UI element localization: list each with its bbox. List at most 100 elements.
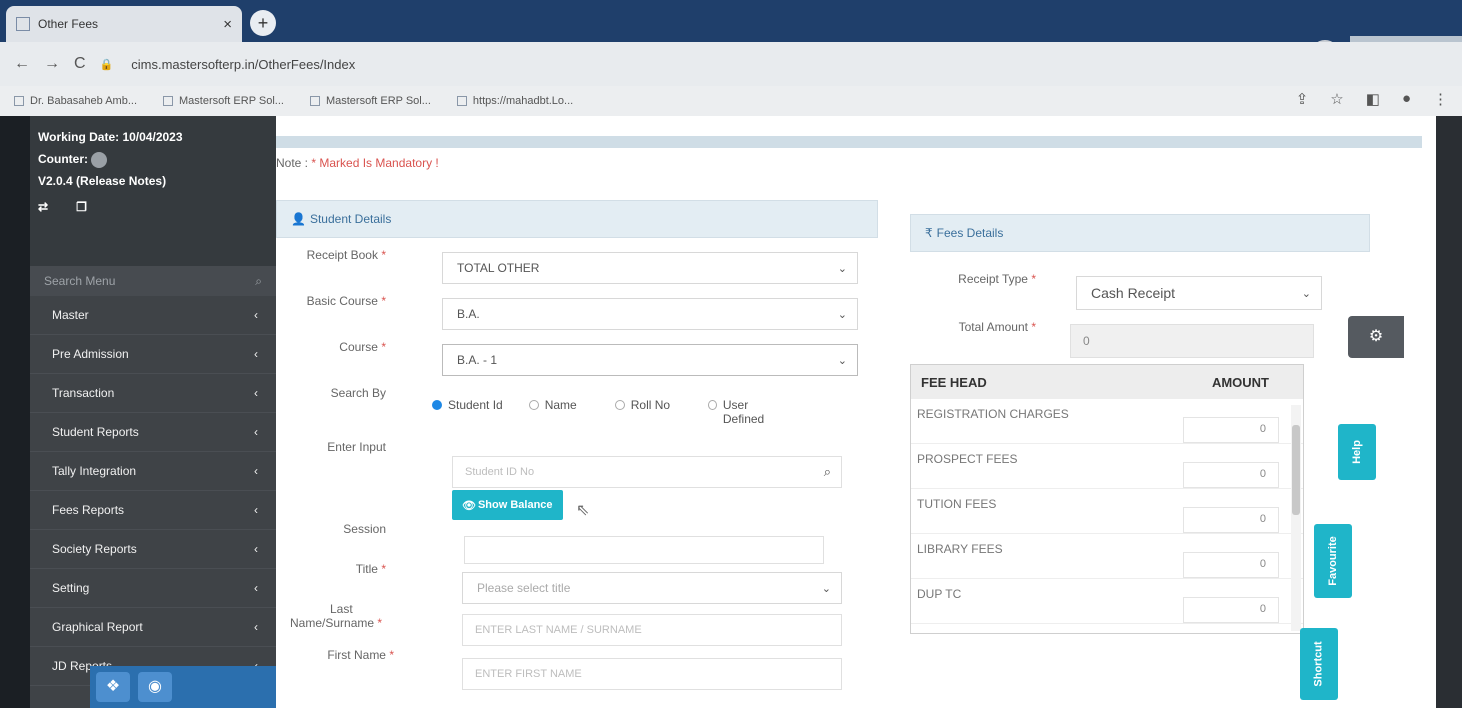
title-label: Title * xyxy=(355,562,386,576)
sidebar-header-icons: ⇄ ❐ xyxy=(38,196,268,218)
fee-amount-input[interactable]: 0 xyxy=(1183,462,1279,488)
chevron-left-icon: ‹ xyxy=(254,308,258,322)
lock-icon[interactable]: 🔒 xyxy=(100,58,114,71)
rupee-icon: ₹ xyxy=(925,226,933,240)
sidebar-item-tally-integration[interactable]: Tally Integration ‹ xyxy=(30,452,276,491)
radio-name[interactable]: Name xyxy=(528,398,577,426)
sidebar-item-setting[interactable]: Setting ‹ xyxy=(30,569,276,608)
bookmark-favicon-icon xyxy=(456,96,467,106)
refresh-icon[interactable]: ⇄ xyxy=(38,196,48,218)
tab-close-icon[interactable]: × xyxy=(223,16,232,33)
fee-amount-input[interactable]: 0 xyxy=(1183,507,1279,533)
copy-icon[interactable]: ❐ xyxy=(76,196,87,218)
sidebar-item-fees-reports[interactable]: Fees Reports ‹ xyxy=(30,491,276,530)
scrollbar-thumb[interactable] xyxy=(1292,425,1300,515)
search-by-label: Search By xyxy=(330,386,386,400)
tab-title: Other Fees xyxy=(38,17,99,31)
student-id-input[interactable]: Student ID No ⌕ xyxy=(452,456,842,488)
search-icon[interactable]: ⌕ xyxy=(255,274,262,289)
sidebar: Working Date: 10/04/2023 Counter: V2.0.4… xyxy=(30,116,276,708)
sidebar-item-graphical-report[interactable]: Graphical Report ‹ xyxy=(30,608,276,647)
radio-empty-icon xyxy=(614,400,625,410)
search-menu-input[interactable]: Search Menu xyxy=(44,274,115,288)
last-name-label: Last Name/Surname * xyxy=(290,602,383,630)
user-icon: 👤 xyxy=(291,212,306,226)
extension-icon[interactable]: ● xyxy=(1402,90,1411,108)
search-menu[interactable]: Search Menu ⌕ xyxy=(30,266,276,296)
address-bar: ← → C 🔒 cims.mastersofterp.in/OtherFees/… xyxy=(0,42,1462,86)
sidebar-item-student-reports[interactable]: Student Reports ‹ xyxy=(30,413,276,452)
fee-amount-input[interactable]: 0 xyxy=(1183,597,1279,623)
radio-empty-icon xyxy=(708,400,717,410)
radio-roll-no[interactable]: Roll No xyxy=(614,398,670,426)
share-icon[interactable]: ⇪ xyxy=(1296,90,1309,108)
title-select[interactable]: Please select title ⌄ xyxy=(462,572,842,604)
start-icon[interactable]: ❖ xyxy=(96,672,130,702)
table-row: TUTION FEES 0 xyxy=(911,489,1303,534)
reload-icon[interactable]: C xyxy=(74,55,86,73)
receipt-book-select[interactable]: TOTAL OTHER ⌄ xyxy=(442,252,858,284)
search-icon[interactable]: ⌕ xyxy=(824,464,831,480)
chevron-down-icon: ⌄ xyxy=(837,354,847,367)
fee-table-header: FEE HEAD AMOUNT xyxy=(911,365,1303,399)
radio-selected-icon xyxy=(432,400,442,410)
course-select[interactable]: B.A. - 1 ⌄ xyxy=(442,344,858,376)
table-row: PROSPECT FEES 0 xyxy=(911,444,1303,489)
star-icon[interactable]: ☆ xyxy=(1330,90,1343,108)
student-details-header: 👤 Student Details xyxy=(276,200,878,238)
help-tab[interactable]: Help xyxy=(1338,424,1376,480)
sidebar-item-master[interactable]: Master ‹ xyxy=(30,296,276,335)
bookmark-item[interactable]: Mastersoft ERP Sol... xyxy=(309,95,431,107)
total-amount-field: 0 xyxy=(1070,324,1314,358)
sidebar-item-transaction[interactable]: Transaction ‹ xyxy=(30,374,276,413)
chevron-down-icon: ⌄ xyxy=(837,262,847,275)
page-favicon-icon xyxy=(16,17,30,31)
forward-arrow-icon[interactable]: → xyxy=(44,55,60,73)
chrome-icon[interactable]: ◉ xyxy=(138,672,172,702)
first-name-input[interactable]: ENTER FIRST NAME xyxy=(462,658,842,690)
chevron-left-icon: ‹ xyxy=(254,464,258,478)
right-edge xyxy=(1436,116,1462,708)
fee-amount-input[interactable]: 0 xyxy=(1183,417,1279,443)
shortcut-tab[interactable]: Shortcut xyxy=(1300,628,1338,700)
gear-icon[interactable]: ⚙ xyxy=(1348,316,1404,358)
receipt-type-label: Receipt Type * xyxy=(958,272,1036,286)
basic-course-select[interactable]: B.A. ⌄ xyxy=(442,298,858,330)
sidebar-header: Working Date: 10/04/2023 Counter: V2.0.4… xyxy=(30,116,276,266)
show-balance-button[interactable]: 👁 Show Balance xyxy=(452,490,563,520)
version-release-notes[interactable]: V2.0.4 (Release Notes) xyxy=(38,170,268,192)
mouse-cursor-icon: ⇖ xyxy=(576,502,590,519)
chevron-left-icon: ‹ xyxy=(254,581,258,595)
kebab-menu-icon[interactable]: ⋮ xyxy=(1433,90,1448,108)
table-row: LIBRARY FEES 0 xyxy=(911,534,1303,579)
browser-tab[interactable]: Other Fees × xyxy=(6,6,242,42)
chevron-left-icon: ‹ xyxy=(254,542,258,556)
session-field[interactable] xyxy=(464,536,824,564)
fee-head-table: FEE HEAD AMOUNT REGISTRATION CHARGES 0 P… xyxy=(910,364,1304,634)
back-arrow-icon[interactable]: ← xyxy=(14,55,30,73)
bookmark-item[interactable]: Dr. Babasaheb Amb... xyxy=(14,95,137,107)
chevron-down-icon: ⌄ xyxy=(1301,287,1311,300)
bookmark-item[interactable]: https://mahadbt.Lo... xyxy=(456,95,573,107)
sidebar-item-pre-admission[interactable]: Pre Admission ‹ xyxy=(30,335,276,374)
bookmark-favicon-icon xyxy=(309,96,320,106)
course-label: Course * xyxy=(339,340,386,354)
url-field[interactable]: cims.mastersofterp.in/OtherFees/Index xyxy=(131,57,355,72)
receipt-type-select[interactable]: Cash Receipt ⌄ xyxy=(1076,276,1322,310)
chevron-left-icon: ‹ xyxy=(254,347,258,361)
chevron-left-icon: ‹ xyxy=(254,503,258,517)
mandatory-note: Note : * Marked Is Mandatory ! xyxy=(276,156,439,170)
last-name-input[interactable]: ENTER LAST NAME / SURNAME xyxy=(462,614,842,646)
browser-toolbar-icons: ⇪ ☆ ◧ ● ⋮ xyxy=(1296,90,1448,108)
radio-student-id[interactable]: Student Id xyxy=(432,398,503,426)
bookmark-item[interactable]: Mastersoft ERP Sol... xyxy=(163,95,284,107)
chevron-down-icon: ⌄ xyxy=(837,308,847,321)
side-panel-icon[interactable]: ◧ xyxy=(1366,90,1380,108)
new-tab-button[interactable]: + xyxy=(250,10,276,36)
fee-amount-input[interactable]: 0 xyxy=(1183,552,1279,578)
fee-table-scrollbar[interactable] xyxy=(1291,405,1301,631)
favourite-tab[interactable]: Favourite xyxy=(1314,524,1352,598)
chevron-left-icon: ‹ xyxy=(254,620,258,634)
radio-user-defined[interactable]: User Defined xyxy=(708,398,782,426)
sidebar-item-society-reports[interactable]: Society Reports ‹ xyxy=(30,530,276,569)
